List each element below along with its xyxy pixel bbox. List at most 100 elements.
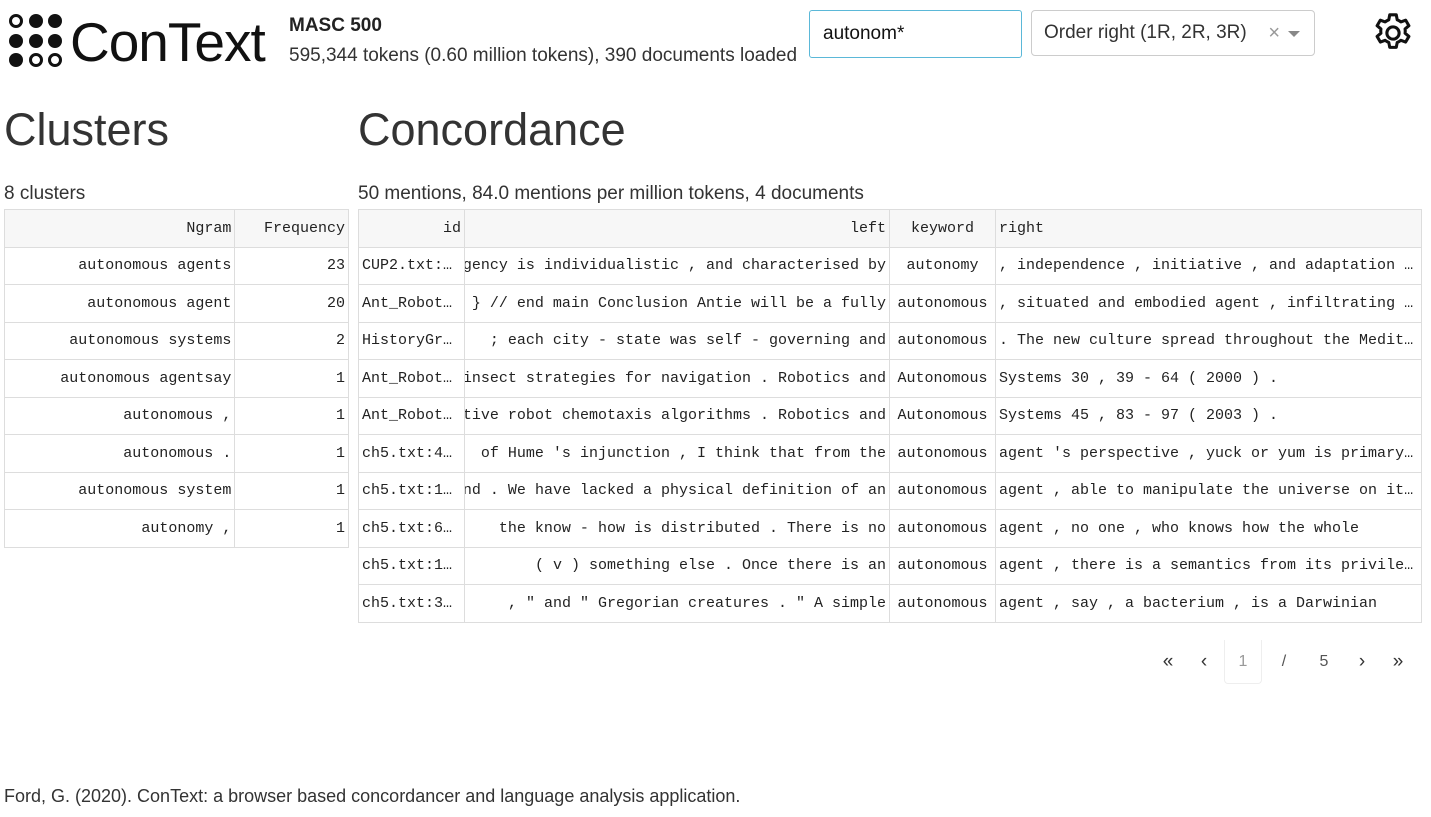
table-row[interactable]: autonomous agents 23: [3, 246, 349, 285]
concordance-keyword-cell: autonomous: [889, 321, 996, 360]
concordance-table: id left keyword right CUP2.txt:4…. Agenc…: [358, 209, 1422, 623]
cluster-ngram-cell: autonomy ,: [3, 509, 236, 548]
pagination: « ‹ 1 / 5 › »: [1150, 640, 1416, 684]
concordance-left-cell: the know - how is distributed . There is…: [464, 509, 890, 548]
left-context-text: ( v ) something else . Once there is an: [534, 557, 886, 575]
table-row[interactable]: ch5.txt:31… , " and " Gregorian creatures…: [358, 584, 1422, 623]
total-pages: 5: [1319, 653, 1329, 670]
concordance-id-cell[interactable]: Ant_Robot.…: [358, 284, 465, 323]
page-separator: /: [1281, 653, 1287, 670]
next-page-button[interactable]: ›: [1344, 651, 1380, 673]
cluster-ngram-cell: autonomous .: [3, 434, 236, 473]
cluster-frequency-cell: 1: [234, 509, 349, 548]
table-row[interactable]: ch5.txt:46… of Hume 's injunction , I thi…: [358, 434, 1422, 473]
chevron-down-icon[interactable]: [1288, 31, 1300, 37]
table-row[interactable]: Ant_Robot.… ng insect strategies for navi…: [358, 359, 1422, 398]
concordance-id-cell[interactable]: ch5.txt:65…: [358, 509, 465, 548]
concordance-left-cell: ng insect strategies for navigation . Ro…: [464, 359, 890, 398]
clusters-table: Ngram Frequency autonomous agents 23 auton…: [3, 209, 349, 548]
column-header-ngram[interactable]: Ngram: [3, 209, 236, 248]
left-context-text: eactive robot chemotaxis algorithms . Ro…: [464, 407, 887, 425]
clusters-summary: 8 clusters: [4, 183, 86, 204]
concordance-left-cell: eactive robot chemotaxis algorithms . Ro…: [464, 396, 890, 435]
cluster-frequency-cell: 1: [234, 471, 349, 510]
table-row[interactable]: autonomous .1: [3, 434, 349, 473]
concordance-keyword-cell: autonomy: [889, 246, 996, 285]
left-context-text: } // end main Conclusion Antie will be a…: [471, 294, 886, 312]
table-row[interactable]: Ant_Robot.… eactive robot chemotaxis algo…: [358, 396, 1422, 435]
logo-dots-icon: [9, 14, 65, 70]
concordance-id-cell[interactable]: Ant_Robot.…: [358, 359, 465, 398]
concordance-heading: Concordance: [358, 104, 626, 155]
order-select-value: Order right (1R, 2R, 3R): [1044, 22, 1247, 43]
concordance-keyword-cell: autonomous: [889, 471, 996, 510]
table-row[interactable]: autonomous system 1: [3, 471, 349, 510]
clusters-heading: Clusters: [4, 104, 170, 155]
first-page-button[interactable]: «: [1150, 651, 1186, 673]
concordance-keyword-cell: Autonomous: [889, 396, 996, 435]
table-row[interactable]: ch5.txt:12… ( v ) something else . Once t…: [358, 546, 1422, 585]
cluster-ngram-cell: autonomous agent: [3, 284, 236, 323]
column-header-frequency[interactable]: Frequency: [234, 209, 349, 248]
settings-button[interactable]: [1370, 10, 1416, 56]
left-context-text: . Agency is individualistic , and charac…: [464, 257, 887, 275]
left-context-text: of Hume 's injunction , I think that fro…: [480, 444, 886, 462]
concordance-keyword-cell: Autonomous: [889, 359, 996, 398]
column-header-keyword[interactable]: keyword: [889, 209, 996, 248]
concordance-left-cell: ( v ) something else . Once there is an: [464, 546, 890, 585]
concordance-right-cell: agent , say , a bacterium , is a Darwini…: [995, 584, 1422, 623]
column-header-left[interactable]: left: [464, 209, 890, 248]
concordance-right-cell: Systems 30 , 39 - 64 ( 2000 ) .: [995, 359, 1422, 398]
concordance-right-cell: Systems 45 , 83 - 97 ( 2003 ) .: [995, 396, 1422, 435]
left-context-text: found . We have lacked a physical defini…: [464, 482, 887, 500]
clear-icon[interactable]: ×: [1268, 22, 1280, 45]
table-row[interactable]: ch5.txt:18… found . We have lacked a phys…: [358, 471, 1422, 510]
left-context-text: ng insect strategies for navigation . Ro…: [464, 369, 887, 387]
cluster-ngram-cell: autonomous ,: [3, 396, 236, 435]
table-header-row: Ngram Frequency: [3, 209, 349, 248]
search-input[interactable]: [809, 10, 1022, 58]
corpus-info: MASC 500 595,344 tokens (0.60 million to…: [289, 14, 797, 68]
concordance-id-cell[interactable]: ch5.txt:46…: [358, 434, 465, 473]
table-row[interactable]: autonomous systems 2: [3, 321, 349, 360]
concordance-keyword-cell: autonomous: [889, 284, 996, 323]
concordance-id-cell[interactable]: CUP2.txt:4…: [358, 246, 465, 285]
left-context-text: the know - how is distributed . There is…: [498, 519, 886, 537]
column-header-right[interactable]: right: [995, 209, 1422, 248]
last-page-button[interactable]: »: [1380, 651, 1416, 673]
table-row[interactable]: autonomy ,1: [3, 509, 349, 548]
table-row[interactable]: autonomous agent 20: [3, 284, 349, 323]
concordance-id-cell[interactable]: ch5.txt:31…: [358, 584, 465, 623]
cluster-ngram-cell: autonomous agents: [3, 246, 236, 285]
table-row[interactable]: HistoryGre… ; each city - state was self …: [358, 321, 1422, 360]
app-logo: ConText: [9, 13, 266, 71]
cluster-ngram-cell: autonomous system: [3, 471, 236, 510]
table-row[interactable]: autonomous ,1: [3, 396, 349, 435]
concordance-left-cell: ; each city - state was self - governing…: [464, 321, 890, 360]
citation-footer: Ford, G. (2020). ConText: a browser base…: [4, 786, 741, 806]
prev-page-button[interactable]: ‹: [1186, 651, 1222, 673]
concordance-id-cell[interactable]: Ant_Robot.…: [358, 396, 465, 435]
concordance-id-cell[interactable]: HistoryGre…: [358, 321, 465, 360]
concordance-right-cell: agent , there is a semantics from its pr…: [995, 546, 1422, 585]
concordance-id-cell[interactable]: ch5.txt:18…: [358, 471, 465, 510]
table-row[interactable]: ch5.txt:65… the know - how is distributed…: [358, 509, 1422, 548]
table-row[interactable]: CUP2.txt:4…. Agency is individualistic ,…: [358, 246, 1422, 285]
corpus-name: MASC 500: [289, 15, 382, 36]
current-page-input[interactable]: 1: [1224, 640, 1262, 684]
table-row[interactable]: autonomous agentsay 1: [3, 359, 349, 398]
concordance-left-cell: , " and " Gregorian creatures . " A simp…: [464, 584, 890, 623]
concordance-id-cell[interactable]: ch5.txt:12…: [358, 546, 465, 585]
concordance-left-cell: found . We have lacked a physical defini…: [464, 471, 890, 510]
concordance-right-cell: , independence , initiative , and adapta…: [995, 246, 1422, 285]
order-select[interactable]: Order right (1R, 2R, 3R) ×: [1031, 10, 1315, 56]
concordance-left-cell: of Hume 's injunction , I think that fro…: [464, 434, 890, 473]
column-header-id[interactable]: id: [358, 209, 465, 248]
cluster-ngram-cell: autonomous agentsay: [3, 359, 236, 398]
table-row[interactable]: Ant_Robot.… } // end main Conclusion Anti…: [358, 284, 1422, 323]
gear-icon: [1375, 13, 1411, 49]
left-context-text: , " and " Gregorian creatures . " A simp…: [507, 594, 886, 612]
concordance-keyword-cell: autonomous: [889, 584, 996, 623]
cluster-frequency-cell: 1: [234, 359, 349, 398]
concordance-right-cell: agent , able to manipulate the universe …: [995, 471, 1422, 510]
